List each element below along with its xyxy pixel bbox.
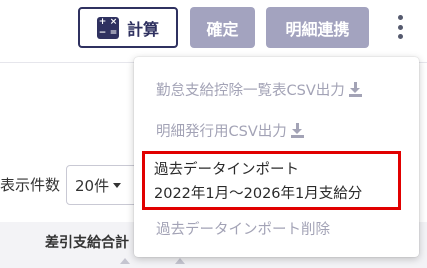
calculator-icon: + × − = [96, 16, 119, 39]
column-header-net-pay[interactable]: 差引支給合計 [45, 232, 129, 252]
calculate-button[interactable]: + × − = 計算 [78, 7, 178, 48]
download-icon [348, 82, 362, 97]
calculate-button-label: 計算 [126, 19, 159, 39]
menu-item-statement-csv-export[interactable]: 明細発行用CSV出力 [156, 120, 304, 141]
page-count-value: 20件 [75, 176, 110, 195]
confirm-button[interactable]: 確定 [190, 7, 255, 48]
more-vertical-icon[interactable] [392, 13, 408, 41]
statement-link-button[interactable]: 明細連携 [266, 7, 369, 48]
toolbar: + × − = 計算 確定 明細連携 [0, 0, 427, 50]
menu-item-past-data-import-delete[interactable]: 過去データインポート削除 [156, 218, 330, 239]
menu-item-past-data-import[interactable]: 過去データインポート 2022年1月〜2026年1月支給分 [142, 151, 401, 210]
sort-up-icon[interactable] [120, 258, 130, 264]
menu-item-attendance-csv-export[interactable]: 勤怠支給控除一覧表CSV出力 [156, 79, 362, 100]
chevron-down-icon [113, 182, 122, 188]
page-count-label: 表示件数 [0, 176, 61, 194]
sort-up-icon[interactable] [175, 258, 185, 264]
page: + × − = 計算 確定 明細連携 表示件数 20件 差引支給合計 勤怠支給控… [0, 0, 427, 268]
past-data-import-title: 過去データインポート [154, 162, 299, 178]
past-data-import-range: 2022年1月〜2026年1月支給分 [154, 186, 363, 202]
download-icon [290, 123, 304, 138]
more-actions-menu: 勤怠支給控除一覧表CSV出力 明細発行用CSV出力 過去データインポート 202… [134, 57, 419, 257]
